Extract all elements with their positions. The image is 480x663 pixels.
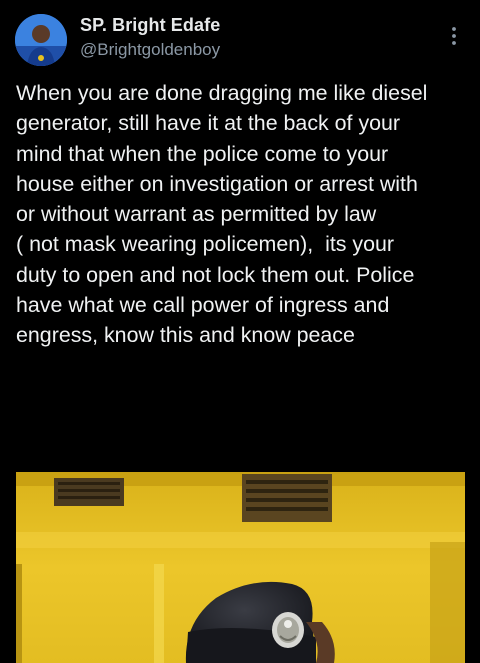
author-avatar[interactable] — [15, 14, 67, 66]
tweet-text-line: ( not mask wearing policemen), its your — [16, 232, 395, 257]
tweet-text-line: or without warrant as permitted by law — [16, 202, 377, 227]
author-display-name[interactable]: SP. Bright Edafe — [80, 15, 220, 36]
tweet-body: When you are done dragging me like diese… — [16, 78, 468, 351]
tweet-text-line: house either on investigation or arrest … — [16, 171, 418, 196]
tweet-photo[interactable] — [16, 472, 465, 663]
tweet-text-line: mind that when the police come to your — [16, 141, 389, 166]
tweet-text-line: generator, still have it at the back of … — [16, 111, 401, 136]
tweet-text-line: have what we call power of ingress and — [16, 293, 390, 318]
tweet-text-line: duty to open and not lock them out. Poli… — [16, 262, 415, 287]
police-officer-photo — [16, 472, 465, 663]
author-handle[interactable]: @Brightgoldenboy — [80, 40, 220, 60]
tweet-text-line: When you are done dragging me like diese… — [16, 81, 428, 105]
profile-avatar-icon — [15, 14, 67, 66]
tweet-text-line: engress, know this and know peace — [16, 323, 355, 348]
more-vertical-icon[interactable] — [445, 24, 463, 48]
tweet-header: SP. Bright Edafe @Brightgoldenboy — [0, 0, 480, 70]
